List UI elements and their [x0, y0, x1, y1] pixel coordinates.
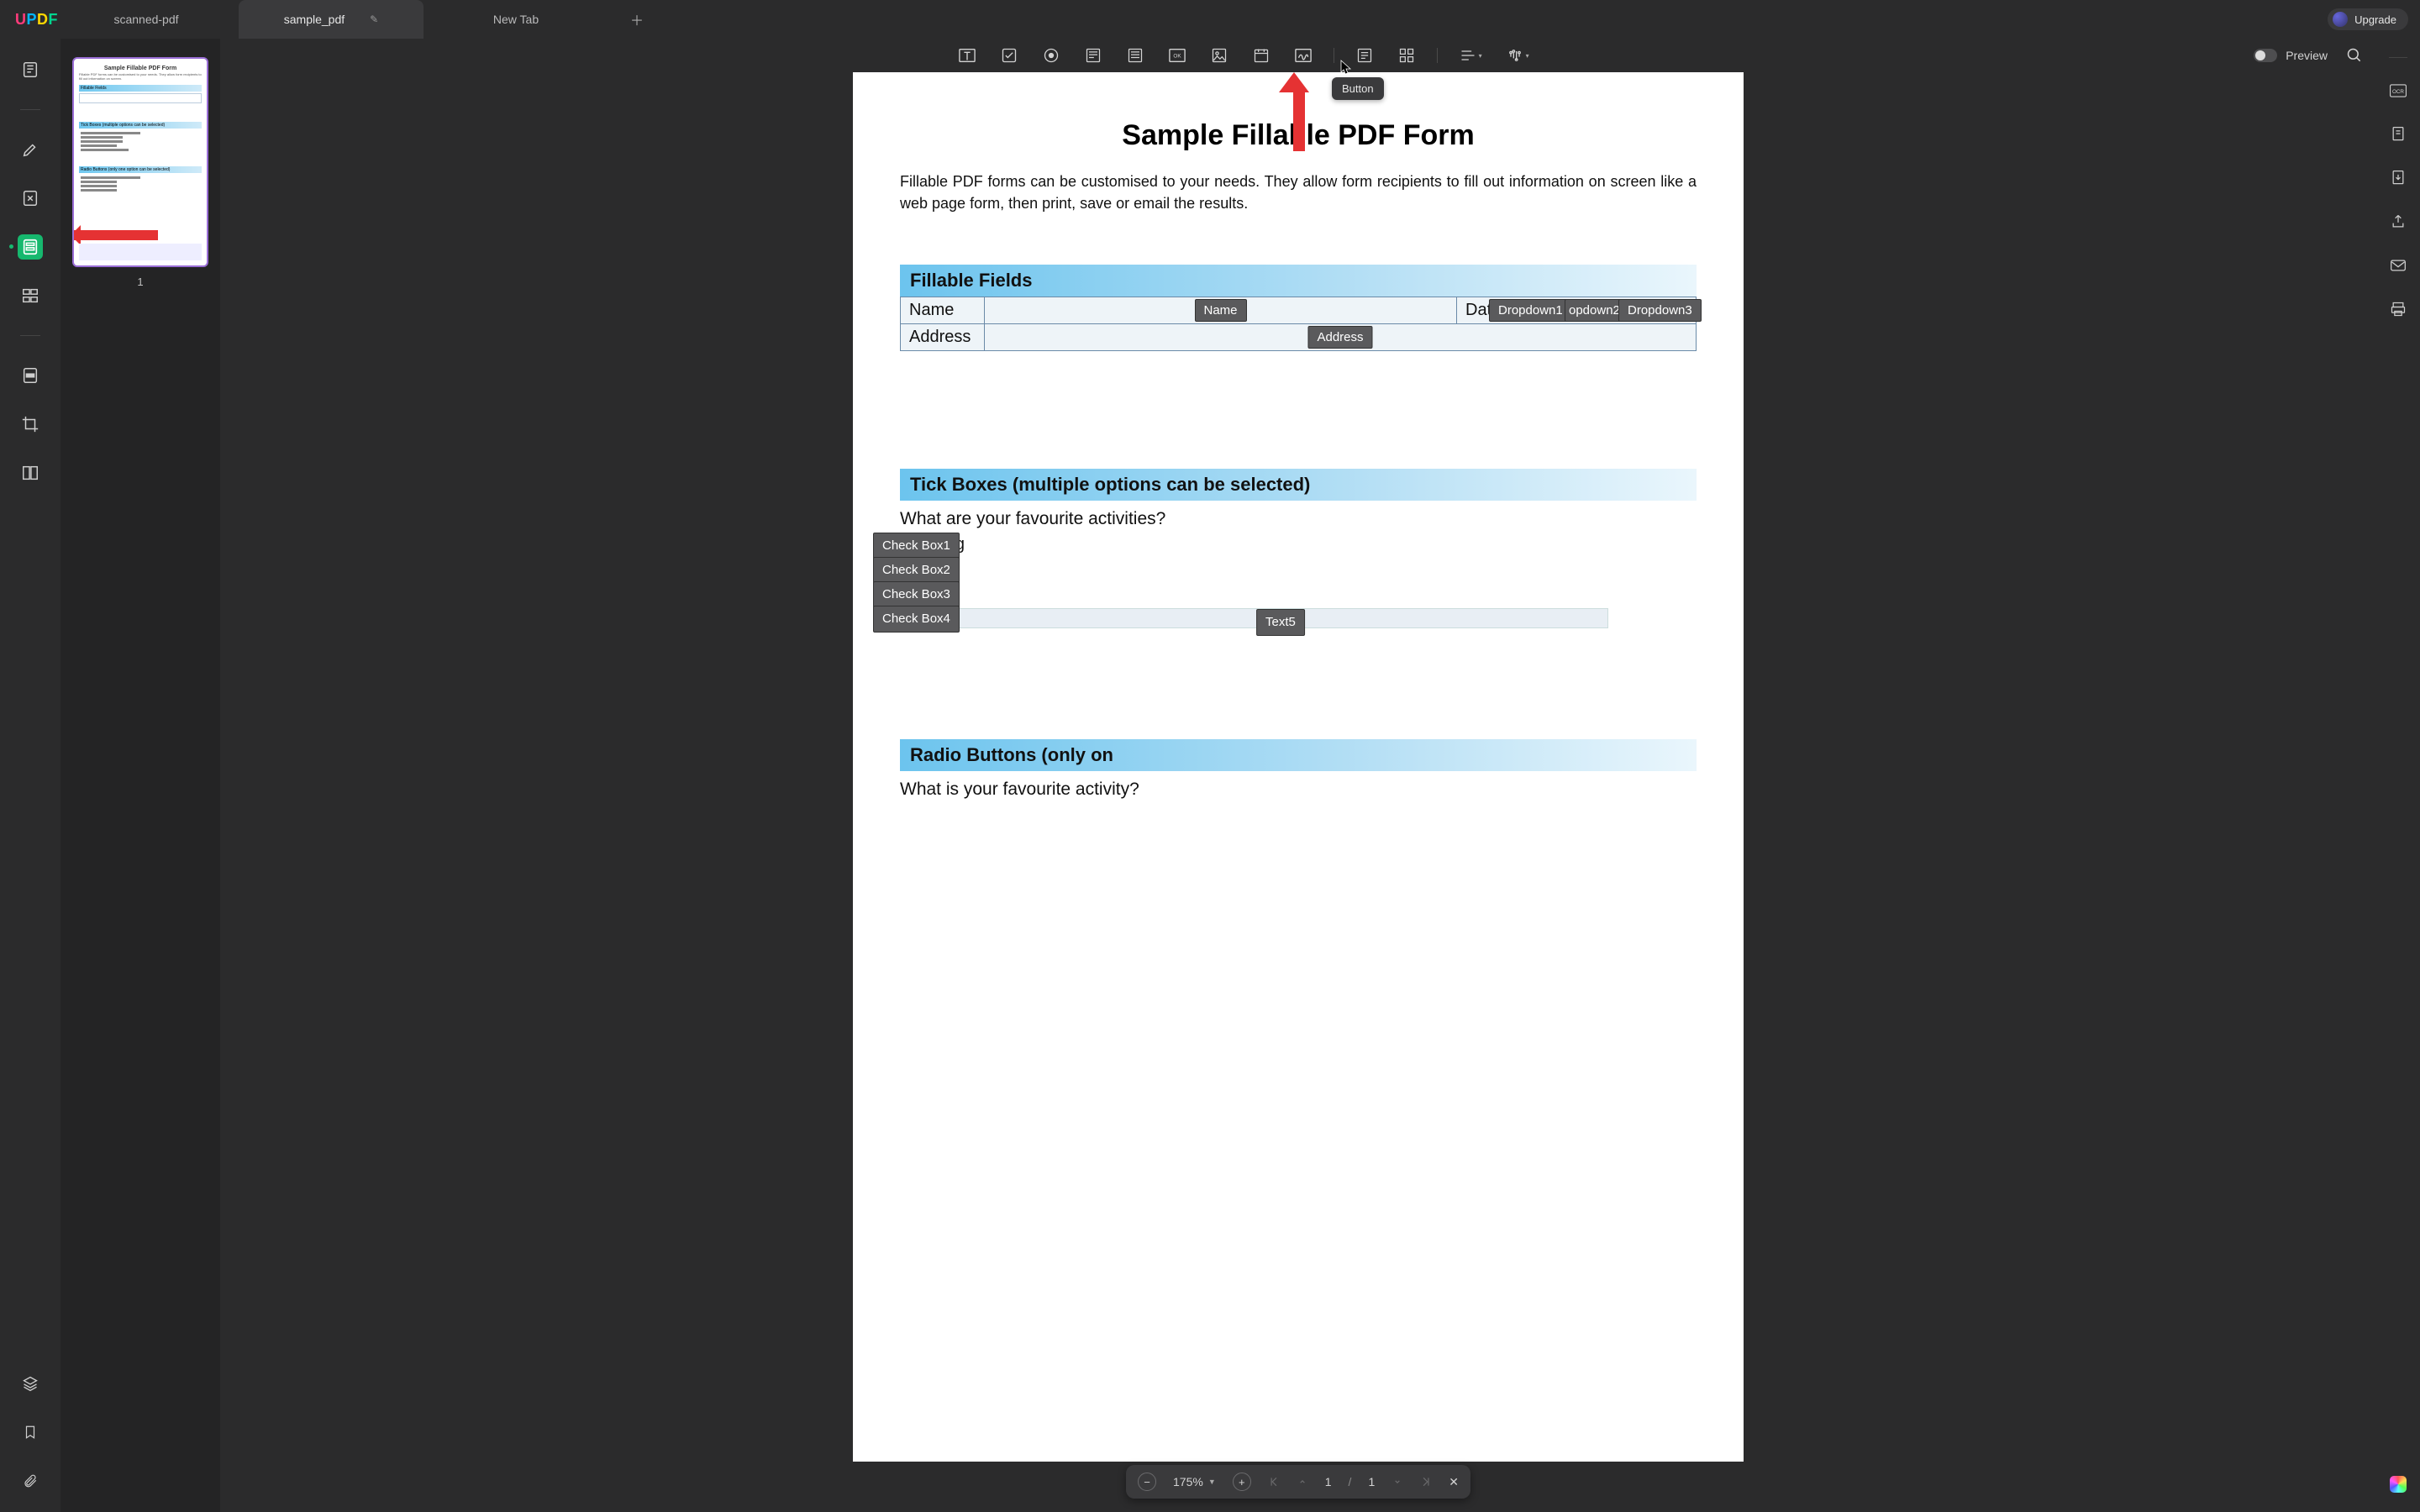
- attachment-button[interactable]: [18, 1468, 43, 1494]
- preview-label: Preview: [2286, 49, 2328, 62]
- first-page-button[interactable]: [1268, 1476, 1280, 1488]
- search-button[interactable]: [2346, 47, 2363, 64]
- annotate-mode-button[interactable]: [18, 137, 43, 162]
- crop-mode-button[interactable]: [18, 412, 43, 437]
- email-button[interactable]: [2387, 255, 2409, 276]
- checkbox3-overlay[interactable]: Check Box3: [873, 581, 960, 608]
- compare-mode-button[interactable]: [18, 460, 43, 486]
- address-label: Address: [901, 324, 985, 351]
- close-zoombar-button[interactable]: ✕: [1449, 1475, 1459, 1489]
- edit-mode-button[interactable]: [18, 186, 43, 211]
- app-logo: UPDF: [7, 11, 54, 29]
- image-field-tool[interactable]: [1207, 44, 1231, 67]
- prev-page-button[interactable]: [1297, 1476, 1308, 1488]
- ocr-button[interactable]: OCR: [2387, 80, 2409, 102]
- checkbox4-overlay[interactable]: Check Box4: [873, 606, 960, 633]
- tick-question: What are your favourite activities?: [900, 509, 1697, 529]
- more-tools-menu[interactable]: ▾: [1503, 44, 1532, 67]
- ai-assistant-button[interactable]: [2387, 1473, 2409, 1495]
- name-field-overlay[interactable]: Name: [1194, 299, 1246, 322]
- dropdown2-overlay[interactable]: opdown2: [1565, 299, 1624, 322]
- new-tab-button[interactable]: ＋: [625, 8, 649, 31]
- signature-field-tool[interactable]: [1292, 44, 1315, 67]
- tab-edit-icon[interactable]: ✎: [370, 13, 378, 25]
- thumbnail-page-number: 1: [72, 276, 208, 288]
- align-menu[interactable]: ▾: [1456, 44, 1485, 67]
- list-box-tool[interactable]: [1123, 44, 1147, 67]
- last-page-button[interactable]: [1420, 1476, 1432, 1488]
- radio-question: What is your favourite activity?: [900, 780, 1697, 800]
- address-field-overlay[interactable]: Address: [1307, 326, 1372, 349]
- name-field-cell[interactable]: Name: [985, 297, 1457, 324]
- thumbnails-panel: Sample Fillable PDF Form Fillable PDF fo…: [60, 39, 220, 1512]
- tab-label: sample_pdf: [284, 13, 345, 26]
- grid-align-tool[interactable]: [1395, 44, 1418, 67]
- reader-mode-button[interactable]: [18, 57, 43, 82]
- tab-label: New Tab: [493, 13, 539, 26]
- page-current[interactable]: 1: [1325, 1475, 1332, 1488]
- dropdown3-overlay[interactable]: Dropdown3: [1618, 299, 1702, 322]
- other-text-field[interactable]: Text5: [953, 608, 1608, 628]
- dropdown-tool[interactable]: [1081, 44, 1105, 67]
- dropdown1-overlay[interactable]: Dropdown1: [1489, 299, 1572, 322]
- export-button[interactable]: [2387, 167, 2409, 189]
- annotation-arrow-up: [1288, 72, 1309, 151]
- redact-mode-button[interactable]: [18, 363, 43, 388]
- tick-opt-2: king Check Box2: [923, 557, 1697, 581]
- avatar-icon: [2333, 12, 2348, 27]
- checkbox1-overlay[interactable]: Check Box1: [873, 533, 960, 559]
- tick-opt-4: er: Check Box4 Text5: [923, 606, 1697, 630]
- upgrade-button[interactable]: Upgrade: [2328, 8, 2408, 30]
- fillable-fields-table: Name Name Dat Dropdown1 opdown2 Dropdown…: [900, 297, 1697, 351]
- form-mode-button[interactable]: [18, 234, 43, 260]
- flatten-button[interactable]: [2387, 123, 2409, 145]
- svg-text:OCR: OCR: [2392, 89, 2404, 95]
- checkbox2-overlay[interactable]: Check Box2: [873, 557, 960, 584]
- toggle-switch[interactable]: [2254, 49, 2277, 62]
- tab-scanned-pdf[interactable]: scanned-pdf: [54, 0, 239, 39]
- zoom-value[interactable]: 175%▼: [1173, 1475, 1216, 1488]
- page-separator: /: [1349, 1475, 1352, 1488]
- bookmark-button[interactable]: [18, 1420, 43, 1445]
- check-box-tool[interactable]: [997, 44, 1021, 67]
- tick-boxes-header: Tick Boxes (multiple options can be sele…: [900, 469, 1697, 501]
- date-cell[interactable]: Dat Dropdown1 opdown2 Dropdown3: [1457, 297, 1697, 324]
- preview-toggle[interactable]: Preview: [2254, 49, 2328, 62]
- date-field-tool[interactable]: [1249, 44, 1273, 67]
- tab-sample-pdf[interactable]: sample_pdf ✎: [239, 0, 424, 39]
- intro-text: Fillable PDF forms can be customised to …: [900, 171, 1697, 214]
- svg-text:OK: OK: [1173, 54, 1181, 60]
- tooltip: Button: [1332, 77, 1384, 100]
- text-field-tool[interactable]: [955, 44, 979, 67]
- tab-newtab[interactable]: New Tab: [424, 0, 608, 39]
- radio-buttons-header: Radio Buttons (only on: [900, 739, 1697, 771]
- page-thumbnail[interactable]: Sample Fillable PDF Form Fillable PDF fo…: [72, 57, 208, 267]
- print-button[interactable]: [2387, 298, 2409, 320]
- zoom-out-button[interactable]: −: [1138, 1473, 1156, 1491]
- tick-opt-3: sic Check Box3: [923, 581, 1697, 606]
- button-tool[interactable]: OK: [1165, 44, 1189, 67]
- tick-opt-1: ading Check Box1: [923, 533, 1697, 557]
- layers-button[interactable]: [18, 1371, 43, 1396]
- upgrade-label: Upgrade: [2354, 13, 2396, 26]
- date-label: Dat: [1465, 301, 1491, 319]
- existing-fields-tool[interactable]: [1353, 44, 1376, 67]
- share-button[interactable]: [2387, 211, 2409, 233]
- text5-overlay[interactable]: Text5: [1256, 609, 1305, 636]
- organize-mode-button[interactable]: [18, 283, 43, 308]
- address-field-cell[interactable]: Address: [985, 324, 1697, 351]
- zoom-in-button[interactable]: +: [1233, 1473, 1251, 1491]
- zoom-bar: − 175%▼ + 1 / 1 ✕: [1126, 1465, 1470, 1499]
- name-label: Name: [901, 297, 985, 324]
- page-total: 1: [1368, 1475, 1375, 1488]
- next-page-button[interactable]: [1392, 1476, 1403, 1488]
- radio-button-tool[interactable]: [1039, 44, 1063, 67]
- tab-label: scanned-pdf: [113, 13, 178, 26]
- fillable-fields-header: Fillable Fields: [900, 265, 1697, 297]
